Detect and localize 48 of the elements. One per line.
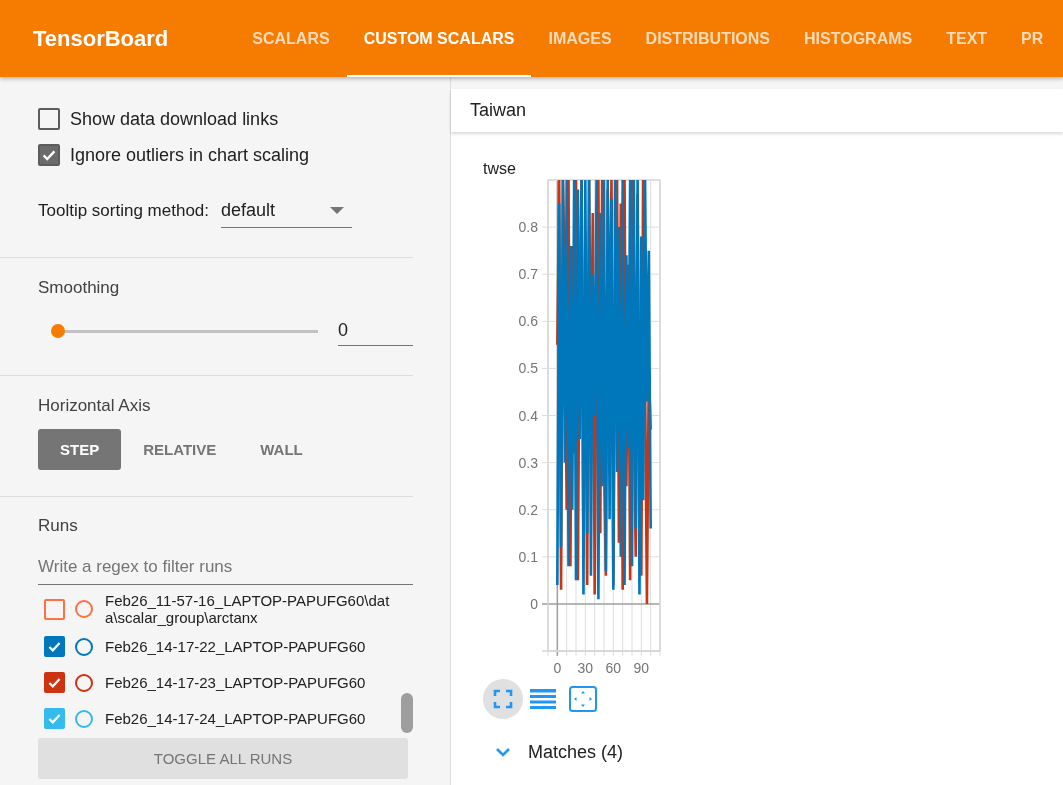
section-title: Horizontal Axis: [38, 396, 152, 416]
axis-tick-label: 0.6: [518, 313, 538, 330]
checkbox[interactable]: [44, 636, 65, 657]
run-name[interactable]: Feb26_14-17-24_LAPTOP-PAPUFG60: [105, 710, 396, 727]
run-name[interactable]: Feb26_11-57-16_LAPTOP-PAPUFG60\data\scalar_group\arctanx: [105, 592, 396, 626]
axis-toggle-button[interactable]: STEP: [38, 429, 122, 470]
checkbox-label[interactable]: Show data download links: [70, 108, 279, 130]
toggle-all-button[interactable]: TOGGLE ALL RUNS: [38, 738, 408, 779]
run-name[interactable]: Feb26_14-17-22_LAPTOP-PAPUFG60: [105, 638, 396, 655]
chevron-down-icon: [495, 747, 511, 757]
filter-field[interactable]: Write a regex to filter runs: [38, 550, 413, 585]
section-title: Smoothing: [38, 278, 121, 298]
checkbox[interactable]: [44, 598, 65, 620]
slider-thumb[interactable]: [51, 324, 65, 338]
axis-tick-label: 0.7: [518, 266, 538, 283]
axis-toggle-button[interactable]: WALL: [238, 429, 325, 470]
sort-dropdown[interactable]: default: [221, 194, 353, 228]
checkbox[interactable]: [44, 708, 65, 729]
axis-tick-label: 0.5: [518, 360, 538, 377]
field-label: Tooltip sorting method:: [38, 201, 210, 221]
axis-tick-label: 0.3: [518, 454, 538, 471]
bounding-box-icon: [569, 686, 597, 712]
section-title: Runs: [38, 516, 79, 536]
axis-tick-label: 0.2: [518, 501, 538, 518]
number-field[interactable]: 0: [338, 316, 413, 346]
axis-tick-label: 0: [530, 595, 538, 612]
caret-down-icon: [330, 207, 345, 214]
axis-tick-label: 90: [633, 660, 650, 676]
scrollbar-thumb[interactable]: [401, 693, 413, 733]
axis-tick-label: 60: [605, 660, 622, 676]
app-title: TensorBoard: [33, 25, 169, 52]
axis-tick-label: 0.1: [518, 548, 538, 565]
axis-tick-label: 0.4: [518, 407, 538, 424]
axis-tick-label: 0.8: [518, 219, 538, 236]
axis-tick-label: 0: [553, 660, 562, 676]
axis-tick-label: 30: [577, 660, 594, 676]
matches-toggle[interactable]: Matches (4): [483, 732, 624, 772]
axis-toggle-button[interactable]: RELATIVE: [121, 429, 239, 470]
list-lines-icon: [530, 689, 556, 709]
chart-tool-button[interactable]: [483, 679, 523, 719]
checkbox[interactable]: [38, 144, 60, 166]
expand-corners-icon: [493, 689, 513, 709]
chart-title: twse: [483, 159, 516, 179]
checkbox-label[interactable]: Ignore outliers in chart scaling: [70, 144, 310, 166]
checkbox[interactable]: [44, 672, 65, 693]
category-header[interactable]: Taiwan: [451, 89, 1063, 132]
run-name[interactable]: Feb26_14-17-23_LAPTOP-PAPUFG60: [105, 674, 396, 691]
checkbox[interactable]: [38, 108, 60, 130]
